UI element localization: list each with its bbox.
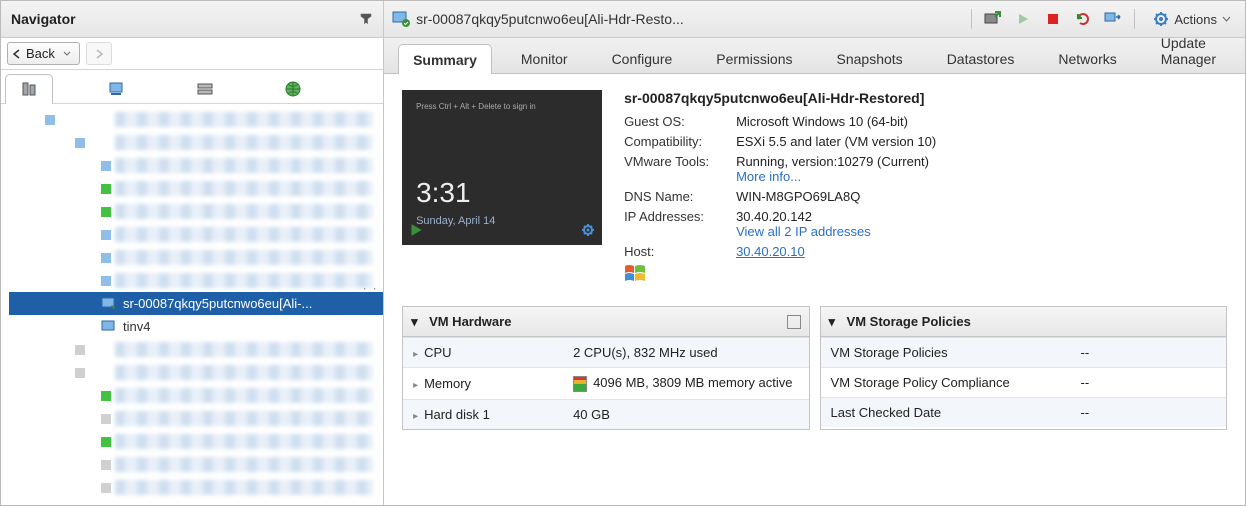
object-toolbar: sr-00087qkqy5putcnwo6eu[Ali-Hdr-Resto...… <box>384 1 1245 38</box>
collapse-icon[interactable]: ▾ <box>411 314 421 330</box>
scope-tab-network[interactable] <box>269 73 317 103</box>
panel-header[interactable]: ▾ VM Hardware <box>403 307 808 337</box>
windows-logo-icon <box>624 263 646 285</box>
object-tabs: Summary Monitor Configure Permissions Sn… <box>384 38 1245 74</box>
tab-configure[interactable]: Configure <box>597 43 688 73</box>
vm-info: sr-00087qkqy5putcnwo6eu[Ali-Hdr-Restored… <box>624 90 1227 288</box>
link-view-ips[interactable]: View all 2 IP addresses <box>736 224 871 239</box>
collapse-icon[interactable]: ▾ <box>829 314 839 330</box>
value-guest-os: Microsoft Windows 10 (64-bit) <box>736 114 1227 129</box>
tab-summary[interactable]: Summary <box>398 44 492 74</box>
table-row: ▸CPU 2 CPU(s), 832 MHz used <box>403 338 808 368</box>
breadcrumb-text: sr-00087qkqy5putcnwo6eu[Ali-Hdr-Resto... <box>416 11 684 27</box>
storage-icon <box>196 80 214 98</box>
console-clock: 3:31 <box>416 177 471 209</box>
pin-icon[interactable] <box>359 12 373 26</box>
expand-icon[interactable]: ▸ <box>413 349 418 360</box>
panel-header[interactable]: ▾ VM Storage Policies <box>821 307 1226 337</box>
table-row: VM Storage Policies-- <box>821 338 1226 368</box>
tree-item-label: sr-00087qkqy5putcnwo6eu[Ali-... <box>123 296 353 311</box>
main-pane: sr-00087qkqy5putcnwo6eu[Ali-Hdr-Resto...… <box>384 1 1245 505</box>
summary-body: Press Ctrl + Alt + Delete to sign in 3:3… <box>384 74 1245 505</box>
memory-bar-icon <box>573 376 587 392</box>
navigator-nav-buttons: Back <box>1 38 383 70</box>
back-label: Back <box>26 46 55 61</box>
toolbar-actions: Actions <box>971 9 1237 29</box>
value-compat: ESXi 5.5 and later (VM version 10) <box>736 134 1227 149</box>
panel-title: VM Hardware <box>429 314 511 329</box>
label-dns: DNS Name: <box>624 189 736 204</box>
play-icon[interactable] <box>408 222 424 241</box>
breadcrumb: sr-00087qkqy5putcnwo6eu[Ali-Hdr-Resto... <box>392 10 961 28</box>
tree-item-vm[interactable]: tinv4 <box>9 315 383 338</box>
console-hint: Press Ctrl + Alt + Delete to sign in <box>416 102 536 111</box>
forward-button[interactable] <box>86 42 112 65</box>
tree-item-selected-vm[interactable]: sr-00087qkqy5putcnwo6eu[Ali-... <box>9 292 383 315</box>
navigator-panel: Navigator Back <box>1 1 384 505</box>
gear-icon[interactable] <box>580 222 596 241</box>
panel-title: VM Storage Policies <box>847 314 971 329</box>
value-tools: Running, version:10279 (Current) More in… <box>736 154 1227 184</box>
actions-label: Actions <box>1174 12 1217 27</box>
tab-update-manager[interactable]: Update Manager <box>1146 27 1231 73</box>
value-dns: WIN-M8GPO69LA8Q <box>736 189 1227 204</box>
back-button[interactable]: Back <box>7 42 80 65</box>
network-icon <box>284 80 302 98</box>
vm-icon <box>101 319 117 335</box>
hosts-icon <box>20 81 38 99</box>
tab-datastores[interactable]: Datastores <box>932 43 1030 73</box>
popout-icon[interactable] <box>787 315 801 329</box>
label-tools: VMware Tools: <box>624 154 736 169</box>
inventory-tree[interactable]: ⋮⋮ sr-00087qkqy5putcnwo6eu[Ali-... tinv4 <box>1 104 383 505</box>
expand-icon[interactable]: ▸ <box>413 411 418 422</box>
label-host: Host: <box>624 244 736 259</box>
navigator-scope-tabs <box>1 70 383 104</box>
console-date: Sunday, April 14 <box>416 215 495 227</box>
link-host[interactable]: 30.40.20.10 <box>736 244 805 259</box>
expand-icon[interactable]: ▸ <box>413 380 418 391</box>
scope-tab-storage[interactable] <box>181 73 229 103</box>
vm-title: sr-00087qkqy5putcnwo6eu[Ali-Hdr-Restored… <box>624 90 1227 106</box>
table-row: Last Checked Date-- <box>821 398 1226 428</box>
refresh-icon[interactable] <box>1074 10 1092 28</box>
tab-monitor[interactable]: Monitor <box>506 43 583 73</box>
label-guest-os: Guest OS: <box>624 114 736 129</box>
tree-item-label: tinv4 <box>123 319 150 334</box>
vm-icon <box>101 296 117 312</box>
tab-snapshots[interactable]: Snapshots <box>822 43 918 73</box>
vms-icon <box>108 80 126 98</box>
label-ip: IP Addresses: <box>624 209 736 224</box>
table-row: VM Storage Policy Compliance-- <box>821 368 1226 398</box>
vm-icon <box>392 10 410 28</box>
tab-permissions[interactable]: Permissions <box>701 43 807 73</box>
scope-tab-vms[interactable] <box>93 73 141 103</box>
launch-console-icon[interactable] <box>984 10 1002 28</box>
power-on-icon[interactable] <box>1014 10 1032 28</box>
label-compat: Compatibility: <box>624 134 736 149</box>
actions-menu[interactable]: Actions <box>1147 9 1237 29</box>
navigator-header: Navigator <box>1 1 383 38</box>
tab-networks[interactable]: Networks <box>1043 43 1131 73</box>
migrate-icon[interactable] <box>1104 10 1122 28</box>
value-ip: 30.40.20.142 View all 2 IP addresses <box>736 209 1227 239</box>
power-off-icon[interactable] <box>1044 10 1062 28</box>
table-row: ▸Hard disk 1 40 GB <box>403 399 808 429</box>
table-row: ▸Memory 4096 MB, 3809 MB memory active <box>403 368 808 400</box>
panel-storage-policies: ▾ VM Storage Policies VM Storage Policie… <box>820 306 1227 430</box>
scope-tab-hosts[interactable] <box>5 74 53 104</box>
navigator-title: Navigator <box>11 11 359 27</box>
chevron-down-icon <box>1222 15 1231 24</box>
gear-icon <box>1153 11 1169 27</box>
console-thumbnail[interactable]: Press Ctrl + Alt + Delete to sign in 3:3… <box>402 90 602 245</box>
panel-vm-hardware: ▾ VM Hardware ▸CPU 2 CPU(s), 832 MHz use… <box>402 306 809 430</box>
link-more-info[interactable]: More info... <box>736 169 801 184</box>
